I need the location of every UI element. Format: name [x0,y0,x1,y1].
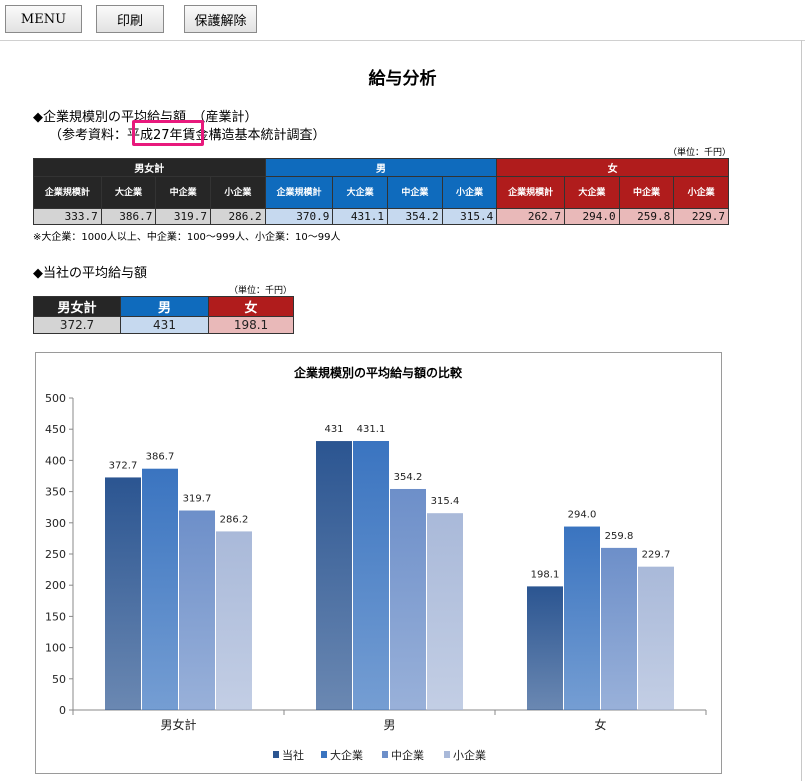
table-row: 333.7 386.7 319.7 286.2 370.9 431.1 354.… [33,208,729,225]
legend-label: 中企業 [391,748,424,762]
value-cell[interactable]: 229.7 [673,208,729,225]
unprotect-button[interactable]: 保護解除 [184,5,257,33]
bar-大企業 [142,468,178,710]
bar-中企業 [179,510,215,710]
data-label: 315.4 [431,496,460,507]
data-label: 286.2 [220,514,249,525]
legend-swatch [321,751,327,758]
x-category-label: 女 [594,717,606,732]
bar-当社 [105,477,141,710]
bar-大企業 [564,526,600,710]
chart-title: 企業規模別の平均給与額の比較 [293,365,463,380]
menu-button[interactable]: MENU [5,5,82,33]
highlight-box [132,120,204,146]
legend-swatch [382,751,388,758]
y-tick-label: 50 [52,673,66,686]
data-label: 372.7 [109,460,138,471]
y-tick-label: 0 [59,704,66,717]
value-cell[interactable]: 370.9 [264,208,334,225]
legend-label: 小企業 [453,748,486,762]
bar-当社 [527,586,563,710]
company-header-total: 男女計 [33,296,121,317]
data-label: 229.7 [642,550,671,561]
data-label: 431 [324,424,343,435]
table-row: 372.7 431 198.1 [33,316,294,334]
x-category-label: 男 [383,718,395,732]
data-label: 294.0 [568,510,597,521]
y-tick-label: 450 [45,423,66,436]
bar-小企業 [638,566,674,710]
subheader: 小企業 [441,176,498,209]
table1-unit: （単位：千円） [668,148,732,158]
subheader: 中企業 [155,176,211,209]
data-label: 198.1 [531,569,560,580]
company-header-female: 女 [208,296,294,317]
company-value-total[interactable]: 372.7 [33,316,121,334]
y-tick-label: 300 [45,517,66,530]
data-label: 431.1 [357,424,386,435]
legend-swatch [444,751,450,758]
y-tick-label: 500 [45,392,66,405]
data-label: 259.8 [605,531,634,542]
salary-comparison-chart[interactable]: 企業規模別の平均給与額の比較 0 50 100 150 200 250 300 350 400 4… [35,352,722,774]
value-cell[interactable]: 354.2 [387,208,443,225]
subheader: 企業規模計 [264,176,334,209]
subheader: 企業規模計 [33,176,102,209]
value-cell[interactable]: 286.2 [210,208,266,225]
size-definition-note: ※大企業：1000人以上、中企業：100～999人、小企業：10～99人 [33,232,341,243]
legend-label: 当社 [282,748,304,762]
y-tick-label: 350 [45,486,66,499]
sheet-edge-line [801,40,802,781]
chart-svg: 企業規模別の平均給与額の比較 0 50 100 150 200 250 300 350 400 4… [45,365,707,762]
value-cell[interactable]: 259.8 [618,208,675,225]
data-label: 319.7 [183,494,212,505]
print-button[interactable]: 印刷 [96,5,164,33]
y-tick-label: 400 [45,454,66,467]
data-label: 386.7 [146,452,175,463]
value-cell[interactable]: 319.7 [155,208,211,225]
y-tick-label: 100 [45,642,66,655]
value-cell[interactable]: 431.1 [332,208,388,225]
value-cell[interactable]: 315.4 [441,208,498,225]
toolbar-divider [0,40,805,41]
subheader: 小企業 [210,176,266,209]
bar-中企業 [390,488,426,710]
legend-label: 大企業 [330,748,363,762]
y-tick-label: 200 [45,579,66,592]
value-cell[interactable]: 294.0 [564,208,620,225]
y-tick-label: 250 [45,548,66,561]
bar-中企業 [601,547,637,710]
subheader: 大企業 [564,176,620,209]
bar-小企業 [216,531,252,710]
x-category-label: 男女計 [160,717,196,732]
subheader: 中企業 [618,176,675,209]
subheader: 小企業 [673,176,729,209]
value-cell[interactable]: 262.7 [496,208,565,225]
bar-大企業 [353,440,389,710]
section2-heading: ◆当社の平均給与額 [33,266,147,281]
company-salary-table: 男女計 男 女 372.7 431 198.1 [33,296,294,334]
bar-当社 [316,441,352,710]
y-tick-label: 150 [45,610,66,623]
group-header-male: 男 [264,158,498,177]
value-cell[interactable]: 333.7 [33,208,102,225]
subheader: 大企業 [100,176,157,209]
data-label: 354.2 [394,472,423,483]
subheader: 中企業 [387,176,443,209]
group-header-female: 女 [496,158,729,177]
subheader: 大企業 [332,176,388,209]
group-header-total: 男女計 [33,158,266,177]
company-size-salary-table: 男女計 男 女 企業規模計 大企業 中企業 小企業 企業規模計 大企業 中企業 … [33,158,729,225]
table2-unit: （単位：千円） [229,286,293,296]
company-value-female[interactable]: 198.1 [208,316,294,334]
company-header-male: 男 [120,296,209,317]
page-title: 給与分析 [368,69,437,89]
legend-swatch [273,751,279,758]
company-value-male[interactable]: 431 [120,316,209,334]
subheader: 企業規模計 [496,176,565,209]
value-cell[interactable]: 386.7 [100,208,157,225]
bar-小企業 [427,513,463,710]
